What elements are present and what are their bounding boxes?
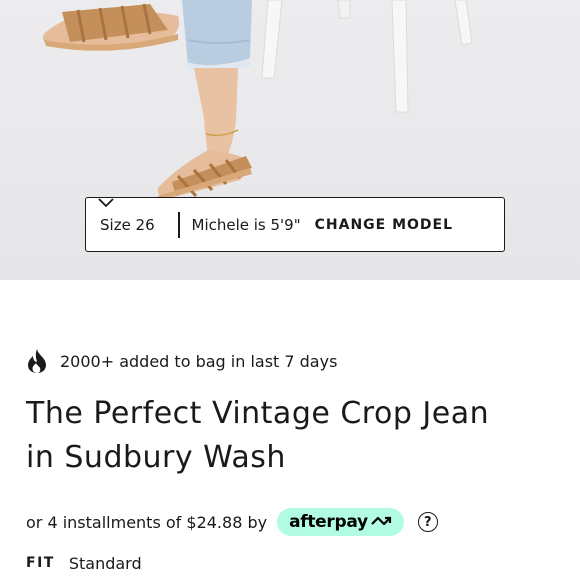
flame-icon [28, 349, 46, 373]
product-title: The Perfect Vintage Crop Jean in Sudbury… [26, 392, 571, 480]
popularity-indicator: 2000+ added to bag in last 7 days [26, 347, 337, 375]
afterpay-button[interactable]: afterpay [277, 508, 404, 536]
change-model-button[interactable]: CHANGE MODEL [98, 198, 454, 233]
chevron-down-icon [98, 198, 114, 208]
model-info-bar[interactable]: Size 26 Michele is 5'9" CHANGE MODEL [85, 197, 505, 252]
model-size-text: Size 26 [100, 215, 155, 234]
fit-row: FIT Standard [26, 551, 142, 575]
divider [178, 211, 180, 238]
afterpay-arrows-icon [371, 516, 391, 526]
product-image[interactable]: Size 26 Michele is 5'9" CHANGE MODEL [0, 0, 580, 280]
info-symbol: ? [424, 514, 432, 530]
fit-value: Standard [68, 553, 142, 573]
product-title-line1: The Perfect Vintage Crop Jean [26, 396, 490, 431]
product-title-line2: in Sudbury Wash [26, 440, 286, 475]
popularity-text: 2000+ added to bag in last 7 days [60, 351, 338, 371]
change-model-label: CHANGE MODEL [314, 216, 454, 233]
fit-label: FIT [26, 555, 55, 571]
question-circle-icon[interactable]: ? [417, 512, 438, 532]
installments-row: or 4 installments of $24.88 by afterpay … [26, 506, 438, 538]
installments-text: or 4 installments of $24.88 by [26, 512, 268, 532]
afterpay-label: afterpay [289, 512, 368, 532]
model-height-text: Michele is 5'9" [191, 215, 301, 234]
